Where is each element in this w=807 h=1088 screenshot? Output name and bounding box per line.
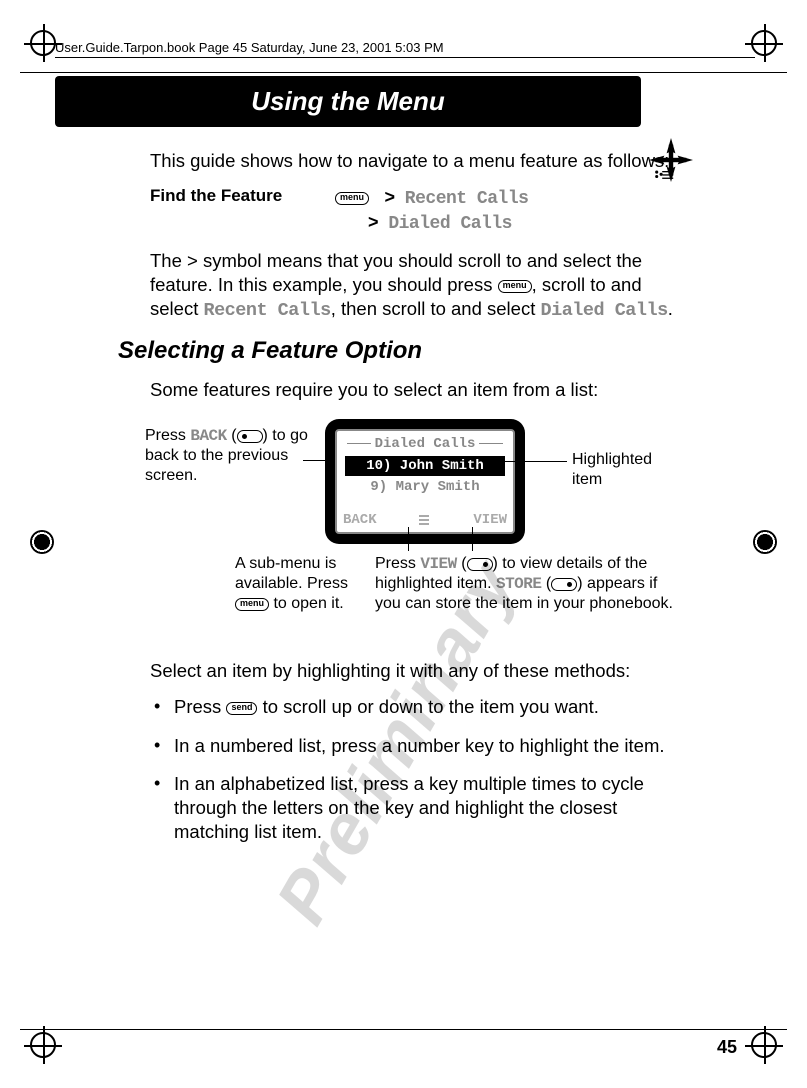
list-item: Press send to scroll up or down to the i… xyxy=(150,695,690,719)
menu-indicator-icon xyxy=(419,515,431,525)
phone-diagram: Press BACK () to go back to the previous… xyxy=(150,414,690,644)
registration-mark xyxy=(30,1032,56,1058)
explain-text: The > symbol means that you should scrol… xyxy=(150,249,690,323)
intro-text: This guide shows how to navigate to a me… xyxy=(150,149,690,173)
left-soft-key-icon xyxy=(237,430,263,443)
callout-submenu: A sub-menu is available. Press menu to o… xyxy=(235,554,360,614)
screen-highlighted-row: 10) John Smith xyxy=(345,456,505,476)
callout-highlighted: Highlighted item xyxy=(572,450,682,490)
leader-line xyxy=(408,527,409,551)
right-soft-key-icon xyxy=(467,558,493,571)
methods-list: Press send to scroll up or down to the i… xyxy=(150,695,690,843)
page-number: 45 xyxy=(717,1037,737,1058)
find-feature-label: Find the Feature xyxy=(150,185,335,207)
registration-mark xyxy=(30,30,56,56)
screen-title: Dialed Calls xyxy=(337,431,513,453)
section-heading: Selecting a Feature Option xyxy=(118,335,690,366)
registration-dot xyxy=(753,530,777,554)
find-feature-row: Find the Feature menu > Recent Calls > D… xyxy=(150,185,690,235)
menu-key-icon: menu xyxy=(335,192,369,205)
section-intro: Some features require you to select an i… xyxy=(150,378,690,402)
page-content: User.Guide.Tarpon.book Page 45 Saturday,… xyxy=(55,40,755,1050)
screen-row: 9) Mary Smith xyxy=(345,478,505,496)
path-dialed-calls: Dialed Calls xyxy=(388,214,512,234)
send-key-icon: send xyxy=(226,702,257,715)
soft-key-view: VIEW xyxy=(473,511,507,529)
list-item: In a numbered list, press a number key t… xyxy=(150,734,690,758)
soft-key-back: BACK xyxy=(343,511,377,529)
callout-view: Press VIEW () to view details of the hig… xyxy=(375,554,685,614)
phone-frame: Dialed Calls 10) John Smith 9) Mary Smit… xyxy=(325,419,525,544)
file-header: User.Guide.Tarpon.book Page 45 Saturday,… xyxy=(55,40,755,58)
menu-key-icon: menu xyxy=(235,598,269,611)
list-item: In an alphabetized list, press a key mul… xyxy=(150,772,690,844)
leader-line xyxy=(472,527,473,551)
leader-line xyxy=(502,461,567,462)
registration-dot xyxy=(30,530,54,554)
menu-key-icon: menu xyxy=(498,280,532,293)
alignment-icon xyxy=(649,138,693,187)
right-soft-key-icon xyxy=(551,578,577,591)
methods-intro: Select an item by highlighting it with a… xyxy=(150,659,690,683)
callout-back: Press BACK () to go back to the previous… xyxy=(145,426,310,486)
phone-screen: Dialed Calls 10) John Smith 9) Mary Smit… xyxy=(335,429,515,534)
chapter-title: Using the Menu xyxy=(55,76,641,127)
path-recent-calls: Recent Calls xyxy=(405,189,529,209)
